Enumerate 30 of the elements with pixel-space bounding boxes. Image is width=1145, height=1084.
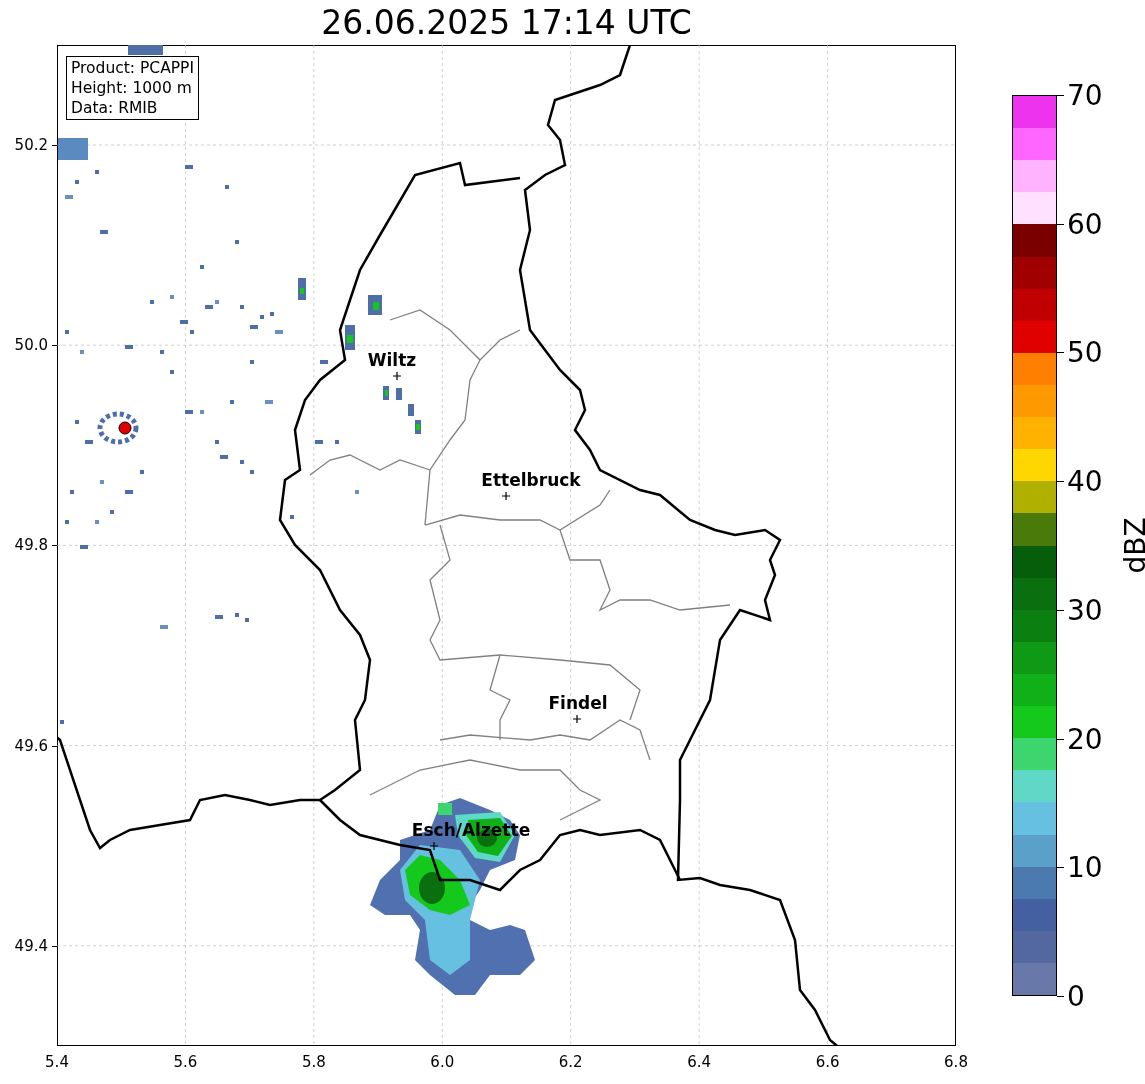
colorbar-tick-label: 40	[1067, 464, 1103, 498]
city-label: Findel	[548, 693, 608, 713]
axis-tick-label: 5.8	[301, 1053, 326, 1071]
colorbar-tick-label: 60	[1067, 207, 1103, 241]
axis-tick-label: 50.0	[14, 336, 48, 355]
axis-tick-label: 50.2	[14, 136, 48, 154]
colorbar-tick-label: 50	[1067, 335, 1103, 369]
colorbar-tick-label: 0	[1067, 979, 1085, 1013]
colorbar-tick-label: 10	[1067, 850, 1103, 884]
info-text: Height: 1000 m	[71, 78, 193, 98]
axis-tick-label: 5.4	[45, 1053, 69, 1071]
axis-tick-label: 6.0	[430, 1053, 455, 1071]
city-label: Ettelbruck	[481, 470, 581, 490]
axis-tick-label: 5.6	[173, 1053, 198, 1071]
city-label: Wiltz	[367, 350, 417, 370]
axis-tick-label: 49.8	[14, 536, 48, 555]
info-text: Product: PCAPPI	[71, 58, 195, 78]
axis-tick-label: 49.6	[14, 736, 48, 755]
axis-tick-label: 6.6	[815, 1053, 840, 1071]
colorbar-tick-label: 30	[1067, 593, 1103, 627]
axis-tick-label: 49.4	[14, 936, 48, 955]
axis-tick-label: 6.4	[687, 1053, 712, 1071]
axis-tick-label: 6.2	[558, 1053, 583, 1071]
colorbar-tick-label: 20	[1067, 722, 1103, 756]
chart-title: 26.06.2025 17:14 UTC	[320, 2, 693, 44]
info-text: Data: RMIB	[71, 98, 159, 118]
axis-tick-label: 6.8	[944, 1053, 968, 1071]
colorbar-tick-label: 70	[1067, 78, 1103, 112]
city-label: Esch/Alzette	[411, 820, 531, 840]
colorbar-label: dBZ	[1118, 517, 1145, 574]
